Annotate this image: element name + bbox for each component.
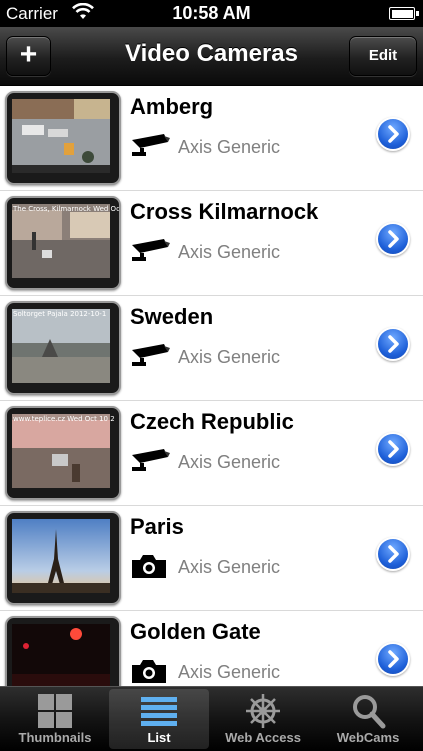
list-icon: [141, 697, 177, 726]
camera-row-golden-gate[interactable]: Golden Gate Axis Generic: [0, 611, 423, 686]
czech-snapshot: [12, 414, 110, 488]
tab-thumbnails[interactable]: Thumbnails: [5, 689, 105, 749]
camera-model: Axis Generic: [178, 557, 281, 577]
golden-gate-snapshot: [12, 624, 110, 686]
camera-row-czech-republic[interactable]: www.teplice.cz Wed Oct 10 2 Czech Republ…: [0, 401, 423, 506]
detail-disclosure-button[interactable]: [378, 644, 408, 674]
camera-name: Czech Republic: [130, 409, 294, 434]
camera-name: Cross Kilmarnock: [130, 199, 319, 224]
paris-snapshot: [12, 519, 110, 593]
detail-disclosure-button[interactable]: [378, 224, 408, 254]
camera-list[interactable]: Amberg Axis Generic The Cross, Kilmarnoc…: [0, 86, 423, 686]
navigation-bar: + Video Cameras Edit: [0, 27, 423, 86]
tab-label: Web Access: [225, 730, 301, 745]
sweden-snapshot: [12, 309, 110, 383]
detail-disclosure-button[interactable]: [378, 119, 408, 149]
thumbnail-caption: www.teplice.cz Wed Oct 10 2: [13, 415, 115, 423]
tab-webcams[interactable]: WebCams: [318, 689, 418, 749]
camera-name: Amberg: [130, 94, 214, 119]
tab-label: WebCams: [336, 730, 400, 745]
magnifier-icon: [353, 695, 386, 729]
photo-camera-icon: [130, 657, 170, 686]
cctv-camera-icon: [130, 342, 170, 373]
cctv-camera-icon: [130, 132, 170, 163]
status-bar: Carrier 10:58 AM: [0, 0, 423, 27]
camera-model: Axis Generic: [178, 452, 281, 472]
camera-name: Paris: [130, 514, 184, 539]
tab-list[interactable]: List: [109, 689, 209, 749]
detail-disclosure-button[interactable]: [378, 434, 408, 464]
camera-model: Axis Generic: [178, 662, 281, 682]
camera-row-cross-kilmarnock[interactable]: The Cross, Kilmarnock Wed Oc Cross Kilma…: [0, 191, 423, 296]
clock: 10:58 AM: [172, 3, 251, 23]
camera-thumbnail: The Cross, Kilmarnock Wed Oc: [5, 196, 121, 290]
detail-disclosure-button[interactable]: [378, 539, 408, 569]
photo-camera-icon: [130, 552, 170, 585]
tab-web-access[interactable]: Web Access: [213, 689, 313, 749]
edit-button[interactable]: Edit: [349, 36, 417, 76]
tab-label: List: [147, 730, 171, 745]
camera-thumbnail: [5, 616, 121, 686]
thumbnail-caption: The Cross, Kilmarnock Wed Oc: [13, 205, 120, 213]
cctv-camera-icon: [130, 447, 170, 478]
camera-model: Axis Generic: [178, 242, 281, 262]
grid-icon: [38, 694, 72, 728]
camera-row-paris[interactable]: Paris Axis Generic: [0, 506, 423, 611]
battery-icon: [389, 7, 419, 20]
camera-thumbnail: [5, 91, 121, 185]
kilmarnock-snapshot: [12, 204, 110, 278]
ship-wheel-icon: [246, 694, 280, 728]
amberg-snapshot: [12, 99, 110, 173]
detail-disclosure-button[interactable]: [378, 329, 408, 359]
camera-row-sweden[interactable]: Soltorget Pajala 2012-10-1 Sweden Axis G…: [0, 296, 423, 401]
camera-model: Axis Generic: [178, 347, 281, 367]
cctv-camera-icon: [130, 237, 170, 268]
camera-row-amberg[interactable]: Amberg Axis Generic: [0, 86, 423, 191]
camera-name: Sweden: [130, 304, 214, 329]
thumbnail-caption: Soltorget Pajala 2012-10-1: [13, 310, 107, 318]
camera-thumbnail: www.teplice.cz Wed Oct 10 2: [5, 406, 121, 500]
camera-model: Axis Generic: [178, 137, 281, 157]
camera-thumbnail: Soltorget Pajala 2012-10-1: [5, 301, 121, 395]
camera-thumbnail: [5, 511, 121, 605]
camera-name: Golden Gate: [130, 619, 261, 644]
tab-bar: Thumbnails List Web Access WebCams: [0, 686, 423, 751]
tab-label: Thumbnails: [18, 730, 92, 745]
